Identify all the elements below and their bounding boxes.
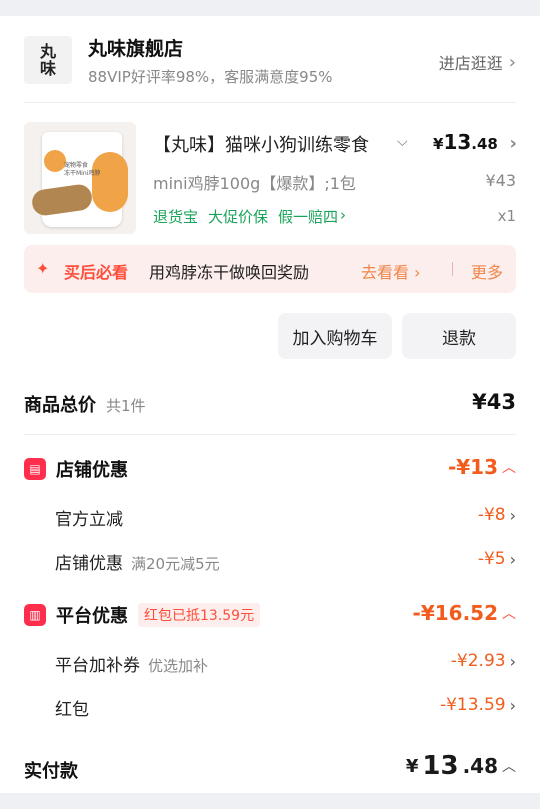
paid-label: 实付款 bbox=[24, 761, 78, 782]
chevron-right-icon: › bbox=[508, 51, 516, 73]
chevron-down-icon[interactable]: ⌵ bbox=[397, 134, 408, 150]
price-dec: .48 bbox=[471, 135, 498, 153]
redpacket-value-link[interactable]: -¥13.59 › bbox=[440, 695, 516, 715]
red-packet-pill: 红包已抵13.59元 bbox=[138, 603, 261, 627]
official-discount-value: -¥8 bbox=[477, 505, 506, 525]
chevron-right-icon: › bbox=[340, 206, 347, 224]
paid-int: 13 bbox=[422, 751, 459, 781]
store-coupon-label: 店铺优惠 bbox=[55, 554, 123, 574]
store-discount-row: ▤ 店铺优惠 bbox=[24, 456, 128, 482]
refund-button[interactable]: 退款 bbox=[402, 313, 516, 359]
product-package-image: 宠物零食 冻干Mini鸡脖 bbox=[30, 132, 128, 227]
chevron-right-icon: › bbox=[509, 651, 516, 671]
store-coupon-value: -¥5 bbox=[477, 549, 506, 569]
add-to-cart-button[interactable]: 加入购物车 bbox=[278, 313, 392, 359]
product-quantity: x1 bbox=[497, 207, 516, 225]
subsidy-value-link[interactable]: -¥2.93 › bbox=[451, 651, 516, 671]
paid-dec: .48 bbox=[462, 754, 498, 778]
visit-store-label: 进店逛逛 bbox=[438, 54, 503, 73]
redpacket-value: -¥13.59 bbox=[439, 695, 506, 715]
total-row: 商品总价 共1件 bbox=[24, 391, 146, 417]
chevron-up-icon: ︿ bbox=[502, 759, 516, 775]
product-price: ¥13.48 › bbox=[433, 130, 517, 154]
store-logo[interactable]: 丸 味 bbox=[24, 36, 72, 84]
store-discount-value: -¥13 bbox=[447, 455, 498, 479]
after-purchase-banner[interactable]: ✦ 买后必看 用鸡脖冻干做唤回奖励 去看看 › 更多 bbox=[24, 245, 516, 293]
tag-price-protection: 大促价保 bbox=[208, 208, 269, 226]
store-icon: ▤ bbox=[24, 458, 46, 480]
product-sku: mini鸡脖100g【爆款】;1包 bbox=[153, 174, 356, 193]
official-discount-label: 官方立减 bbox=[55, 510, 123, 530]
chevron-up-icon: ︿ bbox=[502, 460, 516, 476]
divider bbox=[24, 434, 516, 435]
product-title[interactable]: 【丸味】猫咪小狗训练零食 bbox=[153, 131, 391, 157]
chevron-right-icon: › bbox=[509, 549, 516, 569]
coupon-icon: ▥ bbox=[24, 604, 46, 626]
store-coupon-value-link[interactable]: -¥5 › bbox=[478, 549, 516, 569]
total-value: ¥43 bbox=[472, 390, 516, 414]
store-stats: 88VIP好评率98%，客服满意度95% bbox=[88, 68, 333, 86]
store-discount-label: 店铺优惠 bbox=[56, 460, 128, 481]
total-label: 商品总价 bbox=[24, 395, 96, 416]
visit-store-link[interactable]: 进店逛逛 › bbox=[439, 50, 516, 74]
subsidy-desc: 优选加补 bbox=[148, 657, 209, 675]
total-count: 共1件 bbox=[106, 397, 146, 415]
order-card: 丸 味 丸味旗舰店 88VIP好评率98%，客服满意度95% 进店逛逛 › 宠物… bbox=[0, 16, 540, 793]
banner-message: 用鸡脖冻干做唤回奖励 bbox=[149, 263, 310, 282]
chevron-right-icon: › bbox=[509, 695, 516, 715]
package-text: 宠物零食 冻干Mini鸡脖 bbox=[64, 162, 101, 177]
divider bbox=[24, 102, 516, 103]
price-int: 13 bbox=[443, 130, 472, 154]
store-coupon-row: 店铺优惠 满20元减5元 bbox=[55, 549, 220, 574]
logo-char-1: 丸 bbox=[39, 42, 56, 61]
store-discount-toggle[interactable]: -¥13 ︿ bbox=[448, 455, 516, 479]
subsidy-row: 平台加补券 优选加补 bbox=[55, 651, 208, 676]
store-coupon-desc: 满20元减5元 bbox=[131, 555, 220, 573]
subsidy-value: -¥2.93 bbox=[450, 651, 506, 671]
chevron-right-icon: › bbox=[509, 505, 516, 525]
product-thumbnail[interactable]: 宠物零食 冻干Mini鸡脖 bbox=[24, 122, 136, 234]
banner-more-link[interactable]: 更多 bbox=[471, 259, 503, 283]
platform-discount-row: ▥ 平台优惠 红包已抵13.59元 bbox=[24, 602, 261, 628]
original-price: ¥43 bbox=[485, 171, 516, 190]
store-name[interactable]: 丸味旗舰店 bbox=[88, 34, 183, 61]
paid-symbol: ¥ bbox=[405, 755, 419, 777]
paid-amount[interactable]: ¥13.48 ︿ bbox=[406, 751, 516, 781]
chevron-right-icon[interactable]: › bbox=[509, 133, 516, 154]
banner-go-label: 去看看 bbox=[361, 263, 410, 282]
logo-char-2: 味 bbox=[39, 59, 56, 78]
platform-discount-toggle[interactable]: -¥16.52 ︿ bbox=[413, 601, 516, 625]
tag-return-insurance: 退货宝 bbox=[153, 208, 199, 226]
banner-go-link[interactable]: 去看看 › bbox=[361, 259, 421, 283]
subsidy-label: 平台加补券 bbox=[55, 656, 140, 676]
sparkle-icon: ✦ bbox=[36, 259, 50, 278]
platform-discount-value: -¥16.52 bbox=[412, 601, 498, 625]
banner-tag: 买后必看 bbox=[64, 263, 129, 282]
tag-fake-compensation: 假一赔四 bbox=[278, 208, 339, 226]
divider bbox=[452, 262, 453, 276]
redpacket-label: 红包 bbox=[55, 700, 89, 720]
official-discount-row[interactable]: -¥8 › bbox=[478, 505, 516, 525]
chevron-up-icon: ︿ bbox=[502, 606, 516, 622]
guarantee-tags[interactable]: 退货宝 大促价保 假一赔四 › bbox=[153, 206, 346, 227]
price-symbol: ¥ bbox=[433, 135, 444, 153]
platform-discount-label: 平台优惠 bbox=[56, 606, 128, 627]
